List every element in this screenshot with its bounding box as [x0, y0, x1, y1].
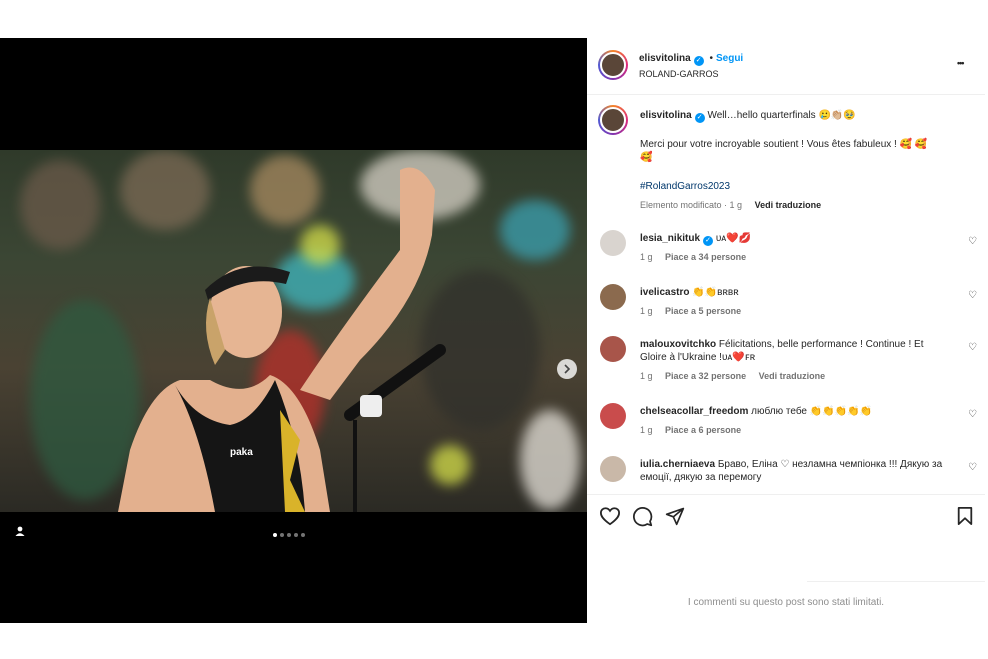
- comment-meta: 1 g Piace a 32 persone Vedi traduzione: [640, 371, 835, 381]
- comment-body: lesia_nikituk ✓ ᴜᴀ❤️💋: [640, 232, 952, 246]
- comments-limited-notice: I commenti su questo post sono stati lim…: [687, 597, 885, 608]
- caption-username[interactable]: elisvitolina: [640, 110, 692, 121]
- comment-body: ivelicastro 👏👏ʙʀʙʀ: [640, 286, 952, 299]
- comment-likes[interactable]: Piace a 34 persone: [665, 252, 746, 262]
- caption-line-2: Merci pour votre incroyable soutient ! V…: [640, 139, 928, 150]
- edited-label: Elemento modificato · 1 g: [640, 200, 743, 210]
- comment-time: 1 g: [640, 425, 653, 435]
- chevron-right-icon: [564, 364, 571, 374]
- verified-icon: ✓: [694, 113, 705, 123]
- actions-divider: [587, 494, 985, 495]
- comment-username[interactable]: iulia.cherniaeva: [640, 459, 715, 470]
- comment-time: 1 g: [640, 306, 653, 316]
- follow-button[interactable]: Segui: [716, 53, 743, 64]
- carousel-dot: [273, 533, 277, 537]
- verified-icon: ✓: [693, 56, 704, 66]
- heart-icon: [599, 507, 621, 526]
- comment-time: 1 g: [640, 371, 653, 381]
- svg-text:paka: paka: [230, 447, 253, 458]
- like-button[interactable]: [599, 506, 621, 529]
- comment-meta: 1 g Piace a 34 persone: [640, 252, 756, 262]
- comment-icon: [633, 507, 653, 527]
- like-comment-icon[interactable]: ♡: [968, 409, 977, 420]
- comment-button[interactable]: [632, 506, 653, 530]
- comment-body: iulia.cherniaeva Браво, Еліна ♡ незламна…: [640, 458, 952, 484]
- footer-divider: [807, 581, 985, 582]
- carousel-indicator: [273, 533, 305, 537]
- commenter-avatar[interactable]: [600, 456, 626, 482]
- like-comment-icon[interactable]: ♡: [968, 236, 977, 247]
- commenter-avatar[interactable]: [600, 284, 626, 310]
- hashtag-link[interactable]: #RolandGarros2023: [640, 181, 730, 192]
- caption-avatar[interactable]: [598, 105, 628, 135]
- post-media: paka: [0, 38, 587, 623]
- commenter-avatar[interactable]: [600, 230, 626, 256]
- post-sidebar: elisvitolina ✓ • Segui ROLAND-GARROS ••• e…: [587, 38, 985, 623]
- comment-username[interactable]: malouxovitchko: [640, 339, 716, 350]
- carousel-dot: [294, 533, 298, 537]
- comment-body: chelseacollar_freedom люблю тебе 👏👏👏👏👏: [640, 405, 952, 418]
- like-comment-icon[interactable]: ♡: [968, 462, 977, 473]
- comment-see-translation[interactable]: Vedi traduzione: [759, 371, 826, 381]
- user-icon: [15, 526, 25, 536]
- bookmark-icon: [957, 507, 973, 525]
- post-location[interactable]: ROLAND-GARROS: [639, 69, 719, 79]
- comment-likes[interactable]: Piace a 32 persone: [665, 371, 746, 381]
- comment-text: 👏👏ʙʀʙʀ: [692, 287, 739, 298]
- player-figure: paka: [118, 167, 446, 512]
- more-options-icon[interactable]: •••: [957, 58, 965, 68]
- post-header: elisvitolina ✓ • Segui: [639, 53, 743, 66]
- comment-meta: 1 g Piace a 6 persone: [640, 425, 751, 435]
- share-button[interactable]: [665, 506, 685, 529]
- caption-line-3: 🥰: [640, 152, 653, 163]
- caption-line-1: Well…hello quarterfinals 🥲👏🏼🥹: [707, 110, 856, 121]
- carousel-dot: [301, 533, 305, 537]
- caption-meta: Elemento modificato · 1 g Vedi traduzion…: [640, 200, 821, 210]
- comment-username[interactable]: ivelicastro: [640, 287, 689, 298]
- commenter-avatar[interactable]: [600, 336, 626, 362]
- like-comment-icon[interactable]: ♡: [968, 290, 977, 301]
- author-avatar[interactable]: [598, 50, 628, 80]
- comment-body: malouxovitchko Félicitations, belle perf…: [640, 338, 952, 364]
- comment-meta: 1 g Piace a 5 persone: [640, 306, 751, 316]
- header-divider: [587, 94, 985, 95]
- comment-likes[interactable]: Piace a 5 persone: [665, 306, 741, 316]
- carousel-dot: [280, 533, 284, 537]
- comment-likes[interactable]: Piace a 6 persone: [665, 425, 741, 435]
- caption: elisvitolina ✓ Well…hello quarterfinals 🥲…: [640, 109, 960, 123]
- comment-username[interactable]: chelseacollar_freedom: [640, 406, 748, 417]
- header-separator: •: [709, 53, 713, 64]
- like-comment-icon[interactable]: ♡: [968, 342, 977, 353]
- tagged-users-button[interactable]: [9, 520, 31, 542]
- save-button[interactable]: [956, 506, 974, 529]
- comment-text: люблю тебе 👏👏👏👏👏: [751, 406, 873, 417]
- author-username[interactable]: elisvitolina: [639, 53, 691, 64]
- next-slide-button[interactable]: [557, 359, 577, 379]
- share-icon: [665, 507, 685, 526]
- post-photo: paka: [0, 150, 587, 512]
- verified-icon: ✓: [703, 236, 714, 246]
- comment-username[interactable]: lesia_nikituk: [640, 233, 700, 244]
- carousel-dot: [287, 533, 291, 537]
- comment-time: 1 g: [640, 252, 653, 262]
- comment-text: ᴜᴀ❤️💋: [715, 233, 752, 244]
- commenter-avatar[interactable]: [600, 403, 626, 429]
- see-translation-link[interactable]: Vedi traduzione: [755, 200, 822, 210]
